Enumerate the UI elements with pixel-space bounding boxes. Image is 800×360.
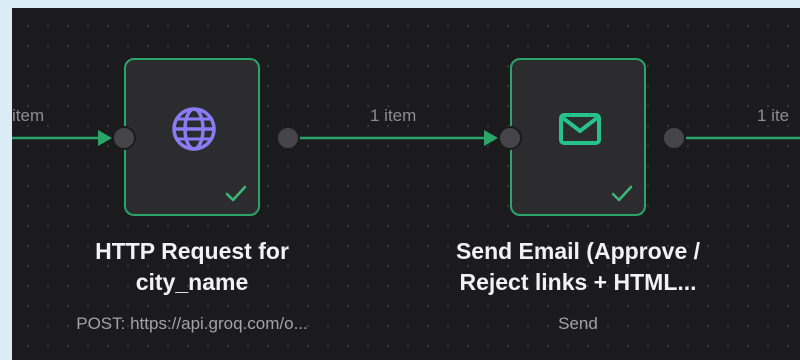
node-title-line: HTTP Request for — [95, 238, 289, 264]
connection-arrow-1-2 — [484, 130, 498, 146]
success-check-icon — [611, 185, 633, 202]
globe-icon — [172, 107, 216, 151]
connection-label-outgoing: 1 ite — [757, 106, 790, 125]
connection-label-1-2: 1 item — [370, 106, 417, 125]
node-send-email-subtitle: Send — [558, 314, 598, 333]
node-title-line: city_name — [135, 269, 249, 295]
connection-label-incoming: item — [12, 106, 45, 125]
node-title-line: Reject links + HTML... — [459, 269, 697, 295]
workflow-canvas[interactable]: item 1 item 1 ite HTTP Request for city_… — [12, 8, 800, 360]
node-http-request-subtitle: POST: https://api.groq.com/o... — [76, 314, 308, 333]
node-http-request-output-handle[interactable] — [276, 126, 300, 150]
node-http-request-title: HTTP Request for city_name — [22, 236, 362, 298]
mail-icon — [559, 113, 601, 145]
node-send-email-title: Send Email (Approve / Reject links + HTM… — [408, 236, 748, 298]
node-send-email-input-handle[interactable] — [498, 126, 522, 150]
node-send-email[interactable] — [510, 58, 646, 216]
node-send-email-output-handle[interactable] — [662, 126, 686, 150]
node-title-line: Send Email (Approve / — [455, 238, 701, 264]
node-http-request-input-handle[interactable] — [112, 126, 136, 150]
connection-arrow-incoming — [98, 130, 112, 146]
node-http-request[interactable] — [124, 58, 260, 216]
success-check-icon — [225, 185, 247, 202]
